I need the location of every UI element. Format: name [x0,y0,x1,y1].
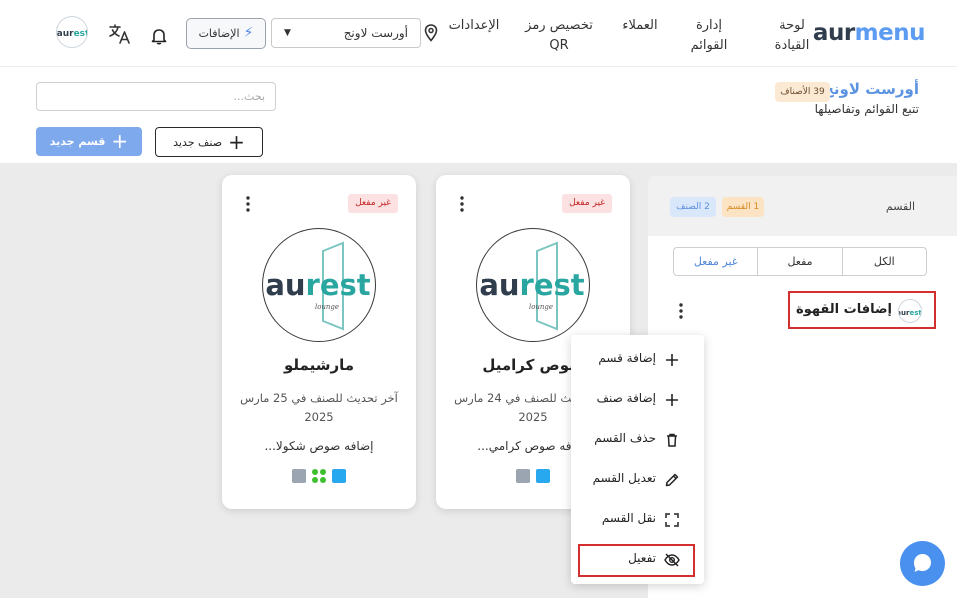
sections-panel-title: القسم [885,200,915,213]
item-image: aurest lounge [476,228,590,342]
pencil-icon [665,473,679,487]
menu-move-section-label: نقل القسم [601,511,656,525]
venue-subtitle: تتبع القوائم وتفاصيلها [814,102,919,116]
green-grid-channel-icon [312,469,326,483]
status-badge: غير مفعل [562,194,612,213]
section-logo: aurest [898,299,922,323]
blue-channel-icon [536,469,550,483]
section-row[interactable]: aurest إضافات القهوة [788,291,936,329]
menu-move-section[interactable]: نقل القسم [571,500,704,540]
kebab-menu-icon[interactable] [675,302,687,320]
menu-add-section-label: إضافة قسم [598,351,656,365]
move-expand-icon [665,513,679,527]
svg-text:lounge: lounge [529,303,553,311]
menu-add-section[interactable]: إضافة قسم [571,340,704,380]
nav-settings[interactable]: الإعدادات [444,16,504,36]
chevron-down-icon: ▼ [284,28,291,38]
menu-add-item[interactable]: إضافة صنف [571,380,704,420]
item-name: مارشيملو [283,356,354,374]
nav-dashboard[interactable]: لوحة القيادة [762,16,822,56]
filter-inactive[interactable]: غير مفعل [674,248,757,275]
user-avatar[interactable]: aurest [56,16,88,48]
plus-icon [666,354,678,366]
chat-button[interactable] [900,541,945,586]
addons-button[interactable]: ⚡الإضافات [186,18,266,49]
menu-add-item-label: إضافة صنف [596,391,656,405]
search-input[interactable] [36,82,276,111]
status-filter: الكل مفعل غير مفعل [673,247,927,276]
top-navigation: aurmenu لوحة القيادة إدارة القوائم العمل… [0,0,957,67]
items-count-badge: 39 الأصناف [775,82,830,102]
kebab-menu-icon[interactable] [242,195,254,213]
activate-highlight-box [578,544,695,577]
aurest-logo-icon: aurest lounge [479,241,585,331]
svg-text:aurest: aurest [265,268,370,302]
item-updated-date: آخر تحديث للصنف في 25 مارس 2025 [240,391,398,424]
menu-delete-section-label: حذف القسم [594,431,656,445]
aurest-logo-icon: aurest [898,309,921,317]
menu-edit-section[interactable]: تعديل القسم [571,460,704,500]
new-section-label: قسم جديد [49,135,106,148]
brand-logo[interactable]: aurmenu [813,20,926,46]
bolt-icon: ⚡ [243,25,254,41]
blue-channel-icon [332,469,346,483]
menu-edit-section-label: تعديل القسم [592,471,656,485]
location-select-value: أورست لاونج [343,26,408,40]
plus-icon: + [111,129,129,153]
logo-part-2: menu [854,20,926,46]
addons-button-label: الإضافات [198,27,240,40]
item-count-badge: 2 الصنف [670,197,716,217]
chat-bubble-icon [914,554,931,572]
aurest-logo-icon: aurest [57,29,88,39]
svg-text:lounge: lounge [315,303,339,311]
svg-text:aurest: aurest [479,268,584,302]
plus-icon: + [228,130,245,154]
svg-text:aurest: aurest [898,309,921,317]
section-name: إضافات القهوة [796,302,892,317]
new-item-label: صنف جديد [173,136,223,149]
translate-icon[interactable] [108,23,132,45]
menu-delete-section[interactable]: حذف القسم [571,420,704,460]
nav-qr[interactable]: تخصيص رمز QR [521,16,597,56]
item-image: aurest lounge [262,228,376,342]
channel-icons [222,469,416,483]
new-section-button[interactable]: + قسم جديد [36,127,142,156]
item-card[interactable]: غير مفعل aurest lounge مارشيملو آخر تحدي… [222,175,416,509]
bell-icon[interactable] [151,27,167,45]
filter-all[interactable]: الكل [841,248,926,275]
gray-channel-icon [516,469,530,483]
trash-icon [667,433,677,447]
venue-title: أورست لاونج [823,80,919,98]
filter-active[interactable]: مفعل [757,248,841,275]
plus-icon [666,394,678,406]
new-item-button[interactable]: + صنف جديد [155,127,263,157]
location-select[interactable]: أورست لاونج ▼ [271,18,421,48]
map-pin-icon [424,24,438,42]
nav-customers[interactable]: العملاء [615,16,665,36]
section-count-badge: 1 القسم [722,197,764,217]
svg-text:aurest: aurest [57,29,88,39]
status-badge: غير مفعل [348,194,398,213]
item-description: إضافه صوص شكولا... [264,439,374,453]
aurest-logo-icon: aurest lounge [265,241,371,331]
kebab-menu-icon[interactable] [456,195,468,213]
gray-channel-icon [292,469,306,483]
nav-menus[interactable]: إدارة القوائم [681,16,737,56]
